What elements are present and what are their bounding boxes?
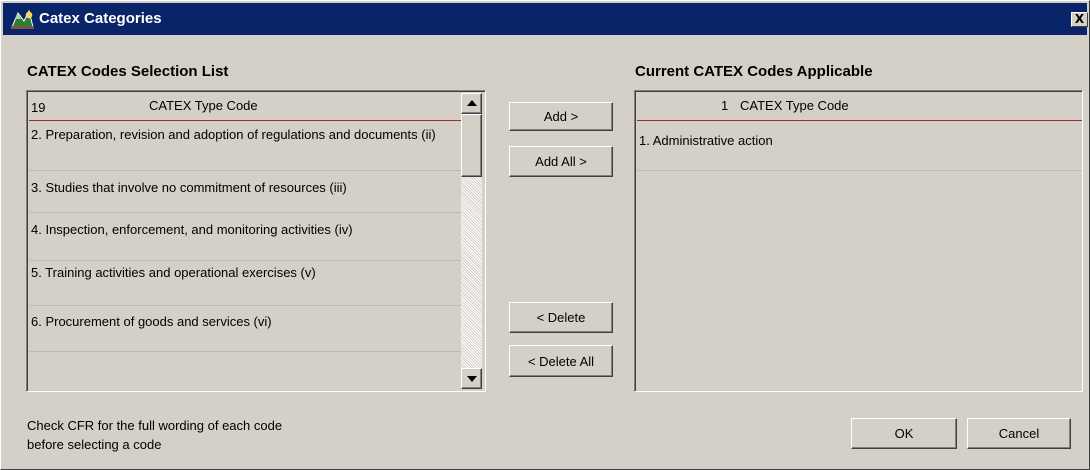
list-header: 19 CATEX Type Code	[29, 93, 461, 121]
list-item[interactable]: 5. Training activities and operational e…	[29, 261, 461, 306]
list-item-label: 5. Training activities and operational e…	[31, 265, 316, 280]
ok-button[interactable]: OK	[851, 418, 957, 449]
scroll-down-button[interactable]	[461, 368, 482, 389]
list-item[interactable]: 6. Procurement of goods and services (vi…	[29, 306, 461, 352]
selection-list-heading: CATEX Codes Selection List	[27, 63, 229, 80]
list-item-label: 6. Procurement of goods and services (vi…	[31, 314, 272, 329]
applicable-codes-heading: Current CATEX Codes Applicable	[635, 63, 873, 80]
arrow-down-icon	[467, 376, 477, 382]
applicable-codes-list[interactable]: 1 CATEX Type Code 1. Administrative acti…	[634, 90, 1083, 392]
add-all-button[interactable]: Add All >	[509, 146, 613, 177]
close-button[interactable]: X	[1071, 12, 1088, 27]
column-header-catex-type-code: CATEX Type Code	[149, 98, 258, 113]
cfr-note: Check CFR for the full wording of each c…	[27, 416, 282, 454]
column-header-catex-type-code: CATEX Type Code	[740, 98, 849, 113]
list-item[interactable]: 2. Preparation, revision and adoption of…	[29, 122, 461, 171]
selection-list[interactable]: 19 CATEX Type Code 2. Preparation, revis…	[26, 90, 486, 392]
catex-categories-dialog: Catex Categories X CATEX Codes Selection…	[0, 0, 1090, 470]
vertical-scrollbar[interactable]	[461, 93, 482, 389]
item-count: 1	[721, 98, 729, 113]
list-item[interactable]: 4. Inspection, enforcement, and monitori…	[29, 213, 461, 261]
app-icon	[11, 9, 34, 29]
note-line-2: before selecting a code	[27, 437, 162, 452]
arrow-up-icon	[467, 100, 477, 106]
note-line-1: Check CFR for the full wording of each c…	[27, 418, 283, 433]
cancel-button[interactable]: Cancel	[967, 418, 1071, 449]
scroll-thumb[interactable]	[461, 114, 482, 177]
list-item-label: 4. Inspection, enforcement, and monitori…	[31, 222, 353, 237]
window-title: Catex Categories	[39, 10, 162, 27]
list-item-label: 2. Preparation, revision and adoption of…	[31, 127, 436, 142]
scroll-up-button[interactable]	[461, 93, 482, 114]
title-bar[interactable]: Catex Categories X	[3, 3, 1088, 35]
list-item-label: 3. Studies that involve no commitment of…	[31, 180, 347, 195]
list-item[interactable]: 1. Administrative action	[637, 122, 1082, 171]
delete-all-button[interactable]: < Delete All	[509, 345, 613, 377]
list-item-label: 1. Administrative action	[639, 133, 773, 148]
list-header: 1 CATEX Type Code	[637, 93, 1082, 121]
list-item[interactable]: 3. Studies that involve no commitment of…	[29, 171, 461, 213]
add-button[interactable]: Add >	[509, 102, 613, 131]
item-count: 19	[31, 100, 46, 115]
delete-button[interactable]: < Delete	[509, 302, 613, 333]
